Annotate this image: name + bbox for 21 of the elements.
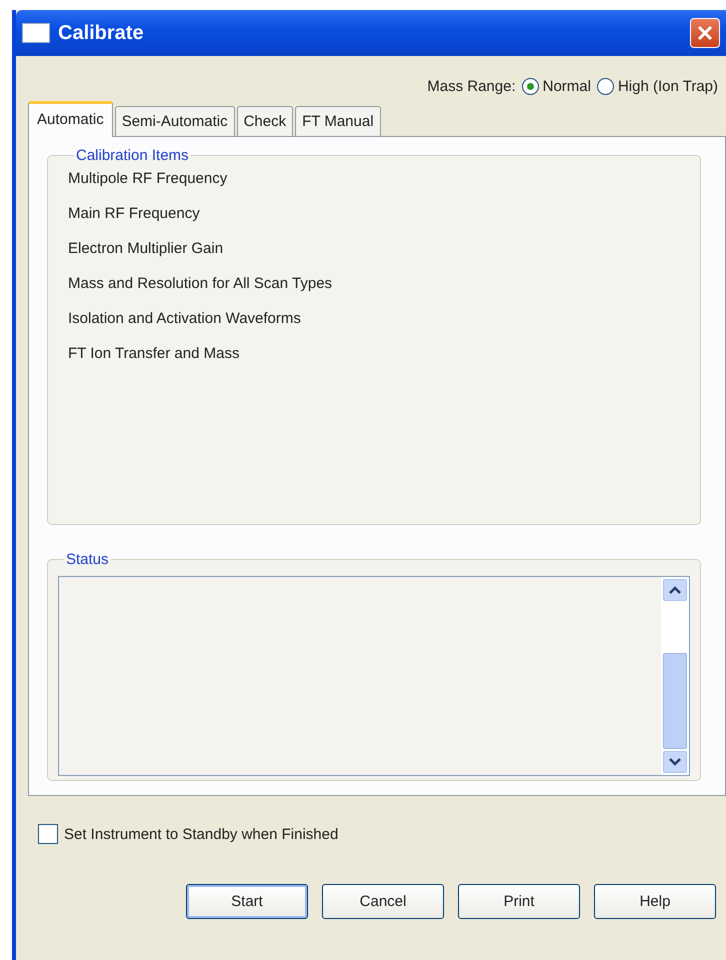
window-title: Calibrate <box>58 22 145 44</box>
dialog-button[interactable]: Print <box>458 884 580 919</box>
dialog-button[interactable]: Start <box>186 884 308 919</box>
tab[interactable]: Semi-Automatic <box>114 106 235 136</box>
tab[interactable]: Automatic <box>28 101 113 137</box>
calibration-item: Electron Multiplier Gain <box>68 240 224 257</box>
tab[interactable]: Check <box>236 106 294 136</box>
group-title: Status <box>65 551 110 568</box>
calibration-item: Mass and Resolution for All Scan Types <box>68 275 334 292</box>
group-title: Calibration Items <box>75 147 190 164</box>
mass-range-radio[interactable]: Normal <box>522 78 591 95</box>
calibration-item: Isolation and Activation Waveforms <box>68 310 302 327</box>
standby-checkbox[interactable]: Set Instrument to Standby when Finished <box>16 796 726 844</box>
mass-range-radio[interactable]: High (Ion Trap) <box>596 78 718 95</box>
calibration-item: FT Ion Transfer and Mass <box>68 345 240 362</box>
tab[interactable]: FT Manual <box>295 106 381 136</box>
dialog-button[interactable]: Help <box>594 884 716 919</box>
calibration-item: Multipole RF Frequency <box>68 170 228 187</box>
mass-range-label: Mass Range: <box>427 78 516 95</box>
dialog-button[interactable]: Cancel <box>322 884 444 919</box>
calibration-item: Main RF Frequency <box>68 205 201 222</box>
